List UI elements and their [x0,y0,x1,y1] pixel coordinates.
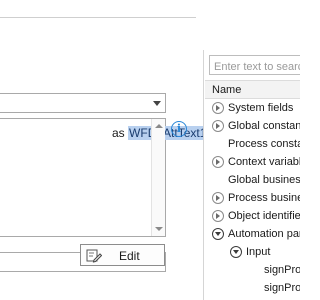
tree-item-label: signProcess [264,264,300,276]
fields-panel: Name System fields Global constants Proces… [203,50,300,300]
scroll-down-arrow-icon[interactable] [155,227,163,231]
tree-item[interactable]: Automation parameters [204,225,300,243]
collapse-circle-icon[interactable] [230,246,242,258]
tree-item-label: Global business rules [228,174,300,186]
fields-tree: System fields Global constants Process con… [204,99,300,297]
tree-item-label: signProcess [264,282,300,294]
info-icon[interactable]: i [171,121,187,137]
edit-button-label: Edit [119,249,140,263]
tree-item[interactable]: signProcess [204,279,300,297]
tree-item-label: Global constants [228,120,300,132]
tree-item-label: Automation parameters [228,228,300,240]
expand-circle-icon[interactable] [212,210,224,222]
edit-icon [86,248,103,266]
expand-circle-icon[interactable] [212,102,224,114]
textarea-scrollbar[interactable] [151,119,165,236]
expand-circle-icon[interactable] [212,192,224,204]
expand-circle-icon[interactable] [212,156,224,168]
tree-item-label: Process business rules [228,192,300,204]
tree-item[interactable]: Process business rules [204,189,300,207]
tree-item[interactable]: Context variables [204,153,300,171]
field-select-dropdown[interactable] [0,93,166,113]
search-input[interactable] [209,55,300,75]
tree-item[interactable]: signProcess [204,261,300,279]
collapse-circle-icon[interactable] [212,228,224,240]
scroll-up-arrow-icon[interactable] [155,124,163,128]
edit-button[interactable]: Edit [80,244,165,266]
tree-item-label: Input [246,246,271,258]
tree-item-label: Context variables [228,156,300,168]
tree-item[interactable]: System fields [204,99,300,117]
header-divider [0,0,196,18]
tree-item[interactable]: Global business rules [204,171,300,189]
tree-item[interactable]: Input [204,243,300,261]
tree-item-label: System fields [228,102,294,114]
tree-item-label: Process constants [228,138,300,150]
expression-prefix: as [112,126,125,140]
tree-item[interactable]: Global constants [204,117,300,135]
selected-token[interactable]: WFD_AttText1 [128,126,208,140]
expand-circle-icon[interactable] [212,120,224,132]
tree-item[interactable]: Object identifiers [204,207,300,225]
expression-textarea[interactable]: as WFD_AttText1 [0,118,208,237]
chevron-down-icon[interactable] [153,101,161,106]
name-column-header[interactable]: Name [205,80,300,99]
tree-item[interactable]: Process constants [204,135,300,153]
expression-editor-pane: as WFD_AttText1 i Edit [0,0,208,300]
tree-item-label: Object identifiers [228,210,300,222]
